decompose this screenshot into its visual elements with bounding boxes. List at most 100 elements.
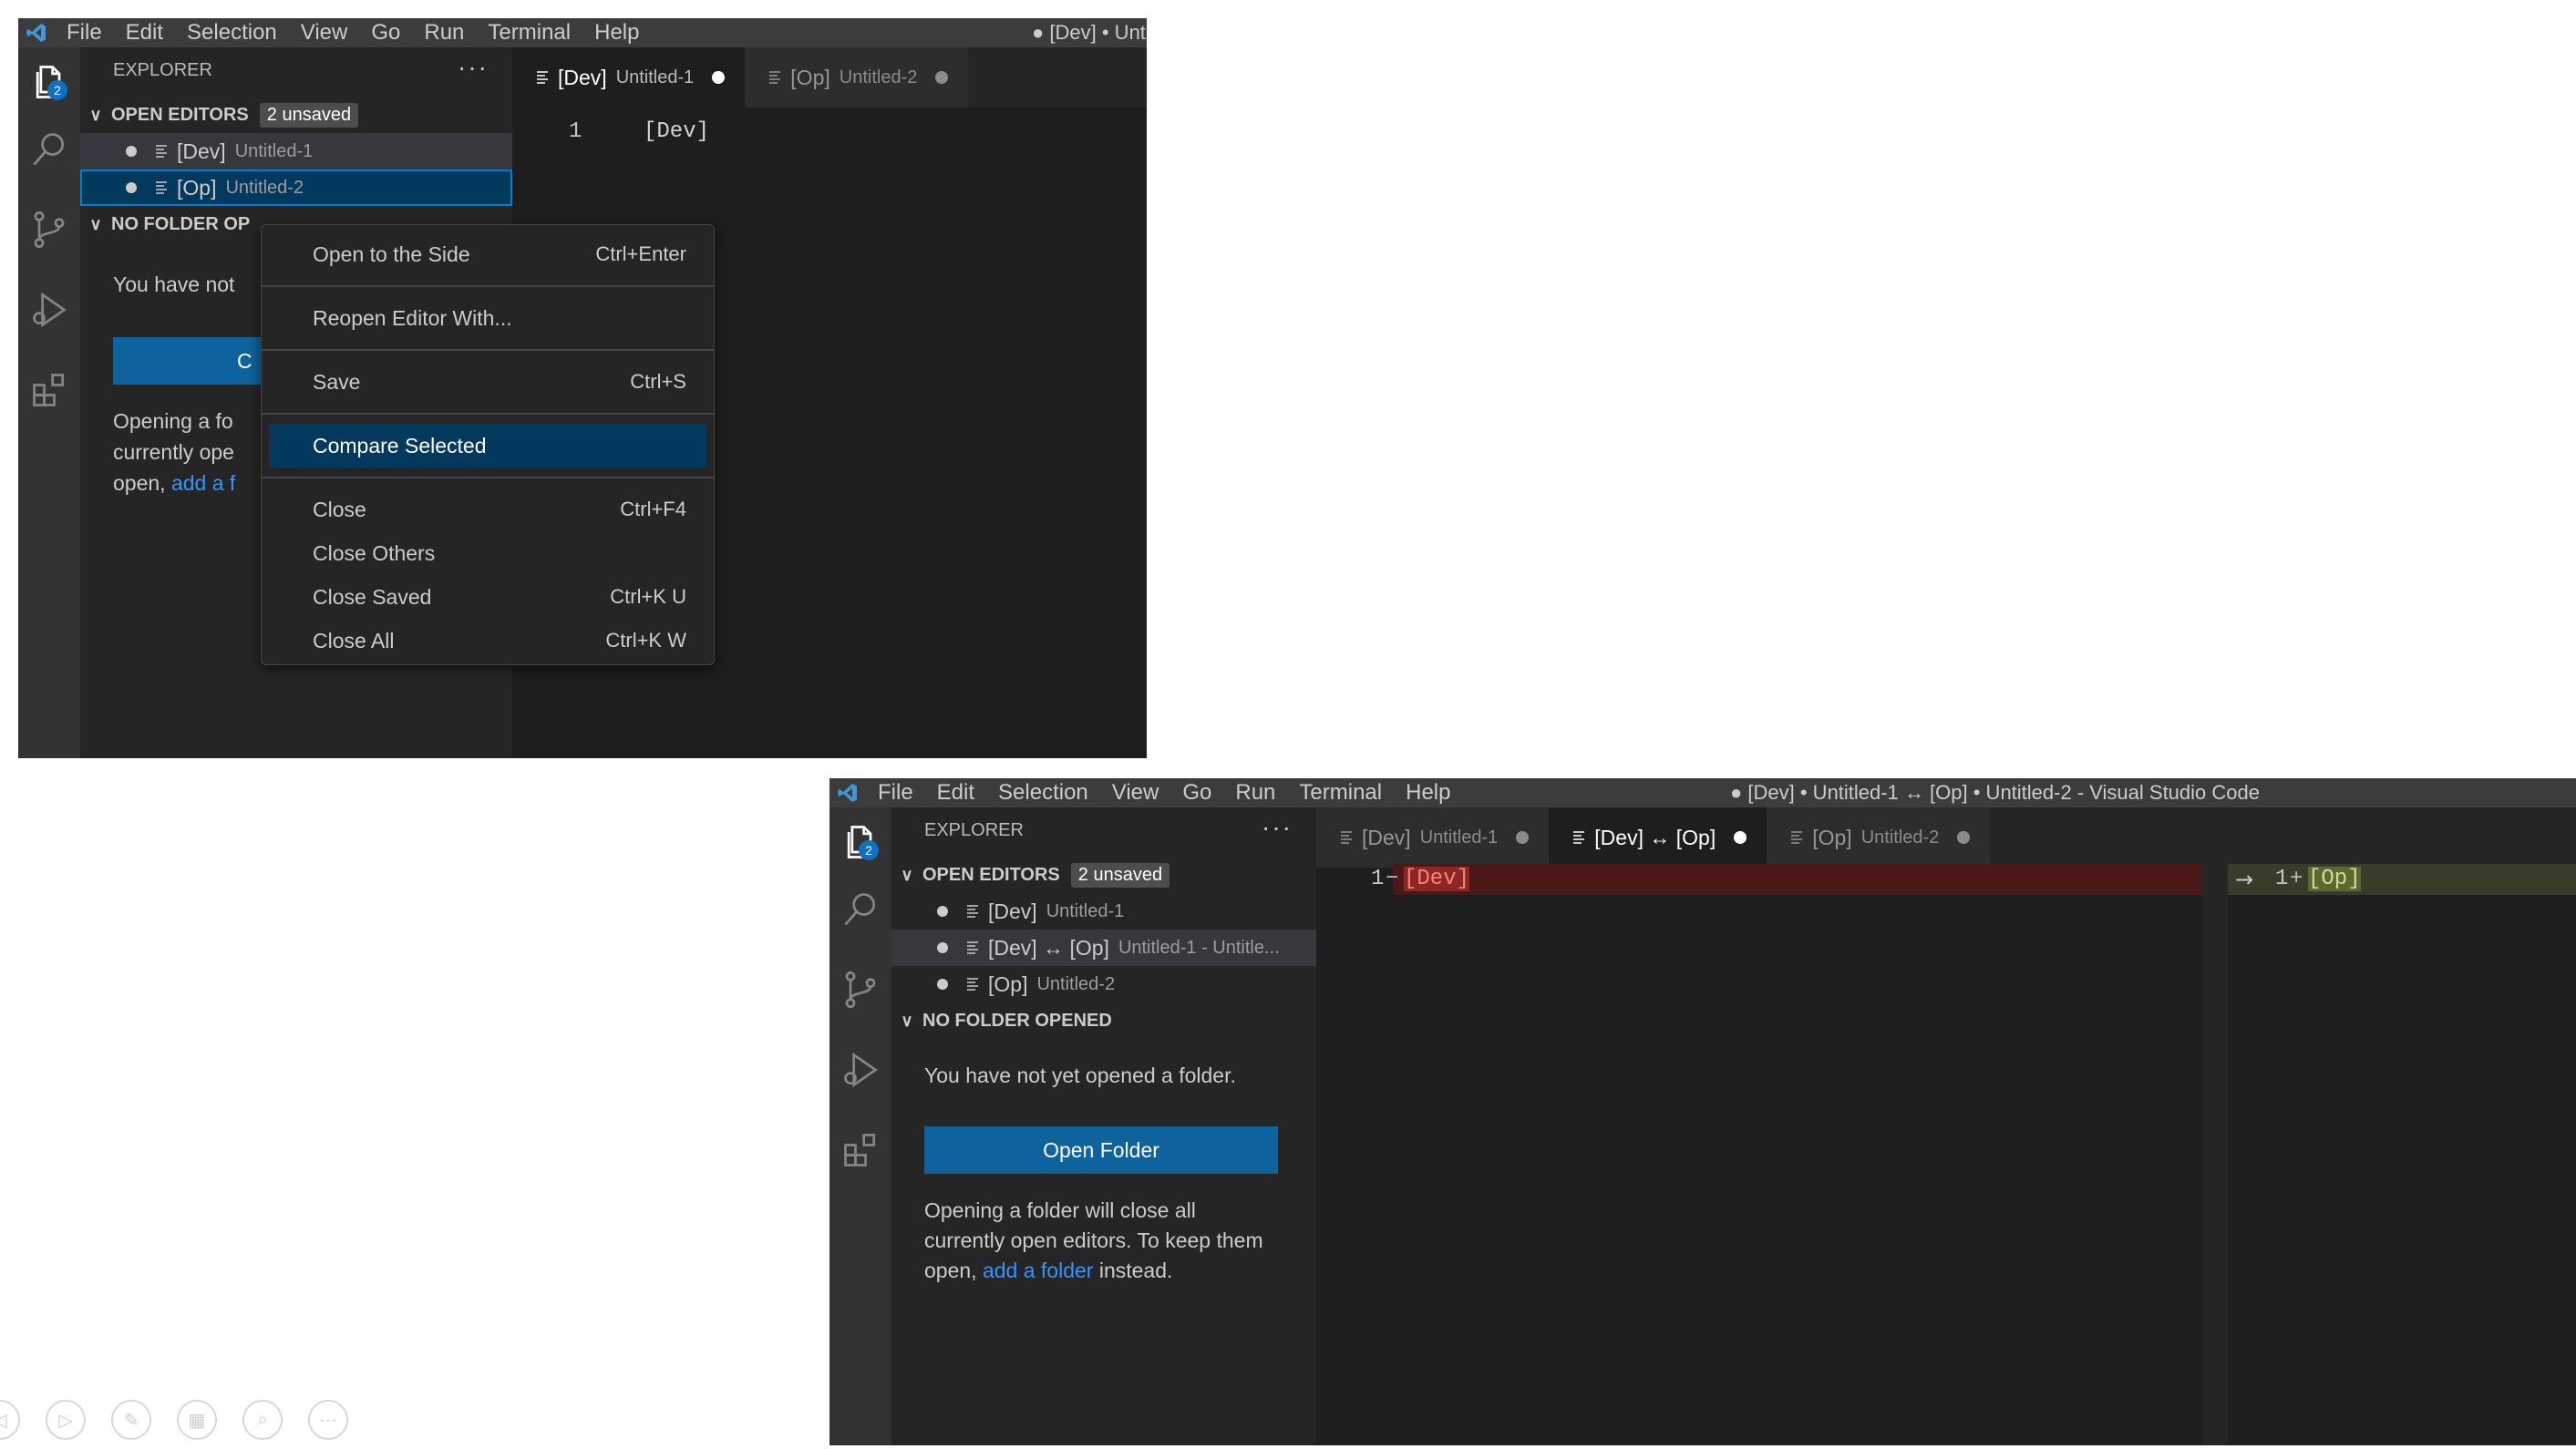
menu-item-save[interactable]: Save Ctrl+S — [269, 360, 706, 404]
text-file-icon — [769, 71, 781, 84]
source-control-activity[interactable] — [829, 961, 891, 1019]
folder-info-line: currently open editors. To keep them — [924, 1228, 1263, 1252]
unsaved-dot-icon[interactable] — [126, 182, 137, 193]
menu-item-reopen-with[interactable]: Reopen Editor With... — [269, 296, 706, 340]
slides-icon[interactable]: ▦ — [177, 1400, 217, 1440]
tab-compare[interactable]: [Dev] ↔ [Op] — [1549, 807, 1767, 868]
menu-item-close-saved[interactable]: Close Saved Ctrl+K U — [269, 575, 706, 619]
zoom-icon[interactable]: ⌕ — [242, 1400, 283, 1440]
menu-selection[interactable]: Selection — [986, 780, 1100, 806]
line-number: 1 — [1371, 867, 1385, 891]
search-icon — [33, 133, 65, 166]
explorer-title: EXPLORER — [113, 60, 212, 80]
open-folder-button[interactable]: Open Folder — [924, 1126, 1278, 1174]
menu-item-label: Save — [313, 369, 361, 394]
source-control-activity[interactable] — [18, 200, 80, 259]
deleted-code-line[interactable]: [Dev] — [1404, 864, 1470, 895]
revert-arrow-icon[interactable]: → — [2235, 864, 2253, 895]
editor-desc: Untitled-1 — [234, 140, 314, 161]
text-file-icon — [967, 941, 978, 954]
run-debug-activity[interactable] — [829, 1041, 891, 1099]
add-folder-link[interactable]: add a f — [171, 471, 235, 495]
open-editor-item[interactable]: [Dev] Untitled-1 — [891, 893, 1316, 930]
add-folder-link[interactable]: add a folder — [983, 1259, 1093, 1282]
code-line[interactable]: [Dev] — [644, 117, 709, 148]
menu-item-close-all[interactable]: Close All Ctrl+K W — [269, 619, 706, 663]
menu-item-label: Reopen Editor With... — [313, 305, 512, 330]
open-editor-item[interactable]: [Dev] Untitled-1 — [80, 133, 512, 170]
window-title: ● [Dev] • Unt — [1032, 21, 1146, 44]
menu-help[interactable]: Help — [1394, 780, 1462, 806]
open-editor-item[interactable]: [Dev] ↔ [Op] Untitled-1 - Untitle... — [891, 930, 1316, 966]
menu-item-close-others[interactable]: Close Others — [269, 531, 706, 575]
unsaved-dot-icon[interactable] — [712, 71, 726, 84]
extensions-activity[interactable] — [18, 361, 80, 419]
deleted-line-highlight — [1393, 864, 2202, 895]
menu-view[interactable]: View — [289, 20, 360, 46]
search-activity[interactable] — [829, 880, 891, 939]
menu-view[interactable]: View — [1100, 780, 1171, 806]
menu-terminal[interactable]: Terminal — [476, 20, 582, 46]
play-icon[interactable]: ▷ — [46, 1400, 86, 1440]
menu-item-close[interactable]: Close Ctrl+F4 — [269, 488, 706, 531]
tab-dev[interactable]: [Dev] Untitled-1 — [512, 47, 746, 108]
added-marker: + — [2290, 867, 2303, 891]
menu-help[interactable]: Help — [582, 20, 651, 46]
added-code-line[interactable]: [Op] — [2308, 864, 2361, 895]
no-folder-header[interactable]: ∨ NO FOLDER OPENED — [891, 1002, 1316, 1039]
open-editors-header[interactable]: ∨ OPEN EDITORS 2 unsaved — [80, 97, 512, 133]
editor-desc: Untitled-1 - Untitle... — [1118, 937, 1280, 958]
menu-edit[interactable]: Edit — [925, 780, 986, 806]
more-actions-icon[interactable]: ··· — [458, 47, 489, 93]
unsaved-dot-icon[interactable] — [937, 942, 948, 953]
menu-file[interactable]: File — [55, 20, 114, 46]
editor-tabs: [Dev] Untitled-1 [Op] Untitled-2 — [512, 47, 1147, 108]
menu-run[interactable]: Run — [412, 20, 476, 46]
diff-gutter[interactable] — [2202, 868, 2228, 1445]
unsaved-dot-icon[interactable] — [937, 906, 948, 917]
text-file-icon — [1573, 831, 1585, 844]
back-icon[interactable]: ◁ — [0, 1400, 20, 1440]
window-title: ● [Dev] • Untitled-1 ↔ [Op] • Untitled-2… — [1730, 781, 2260, 804]
open-folder-label: Open Folder — [1043, 1137, 1159, 1162]
run-debug-activity[interactable] — [18, 281, 80, 339]
menu-selection[interactable]: Selection — [175, 20, 289, 46]
menu-item-compare-selected[interactable]: Compare Selected — [269, 424, 706, 468]
vscode-window-2: File Edit Selection View Go Run Terminal… — [829, 778, 2576, 1445]
unsaved-dot-icon[interactable] — [1516, 831, 1530, 844]
menu-terminal[interactable]: Terminal — [1287, 780, 1394, 806]
menu-go[interactable]: Go — [1170, 780, 1223, 806]
unsaved-dot-icon[interactable] — [1734, 831, 1747, 844]
tab-op[interactable]: [Op] Untitled-2 — [1767, 807, 1991, 868]
menu-item-label: Compare Selected — [313, 433, 487, 457]
menu-run[interactable]: Run — [1223, 780, 1287, 806]
more-icon[interactable]: ⋯ — [308, 1400, 348, 1440]
open-editor-item[interactable]: [Op] Untitled-2 — [891, 966, 1316, 1002]
unsaved-dot-icon[interactable] — [935, 71, 949, 84]
pen-icon[interactable]: ✎ — [111, 1400, 151, 1440]
menu-go[interactable]: Go — [359, 20, 412, 46]
open-editors-header[interactable]: ∨ OPEN EDITORS 2 unsaved — [891, 857, 1316, 893]
diff-editor-area: [Dev] Untitled-1 [Dev] ↔ [Op] [Op] Untit… — [1316, 807, 2576, 1445]
explorer-activity[interactable]: 2 — [18, 53, 80, 111]
tab-dev[interactable]: [Dev] Untitled-1 — [1316, 807, 1550, 868]
more-actions-icon[interactable]: ··· — [1262, 807, 1293, 853]
unsaved-count-badge: 2 unsaved — [1070, 862, 1170, 888]
vscode-logo-icon — [18, 18, 55, 47]
menu-item-open-to-side[interactable]: Open to the Side Ctrl+Enter — [269, 232, 706, 276]
unsaved-dot-icon[interactable] — [126, 146, 137, 157]
search-activity[interactable] — [18, 120, 80, 179]
extensions-activity[interactable] — [829, 1121, 891, 1179]
menu-item-shortcut: Ctrl+Enter — [595, 242, 686, 265]
editor-desc: Untitled-2 — [1036, 973, 1116, 994]
editor-name: [Op] — [988, 971, 1028, 996]
menu-edit[interactable]: Edit — [114, 20, 175, 46]
open-editor-item[interactable]: [Op] Untitled-2 — [80, 170, 512, 206]
menu-separator — [262, 477, 714, 478]
unsaved-dot-icon[interactable] — [937, 979, 948, 990]
editor-name: [Dev] — [177, 139, 226, 163]
tab-op[interactable]: [Op] Untitled-2 — [745, 47, 969, 108]
unsaved-dot-icon[interactable] — [1957, 831, 1971, 844]
menu-file[interactable]: File — [866, 780, 925, 806]
explorer-activity[interactable]: 2 — [829, 813, 891, 871]
